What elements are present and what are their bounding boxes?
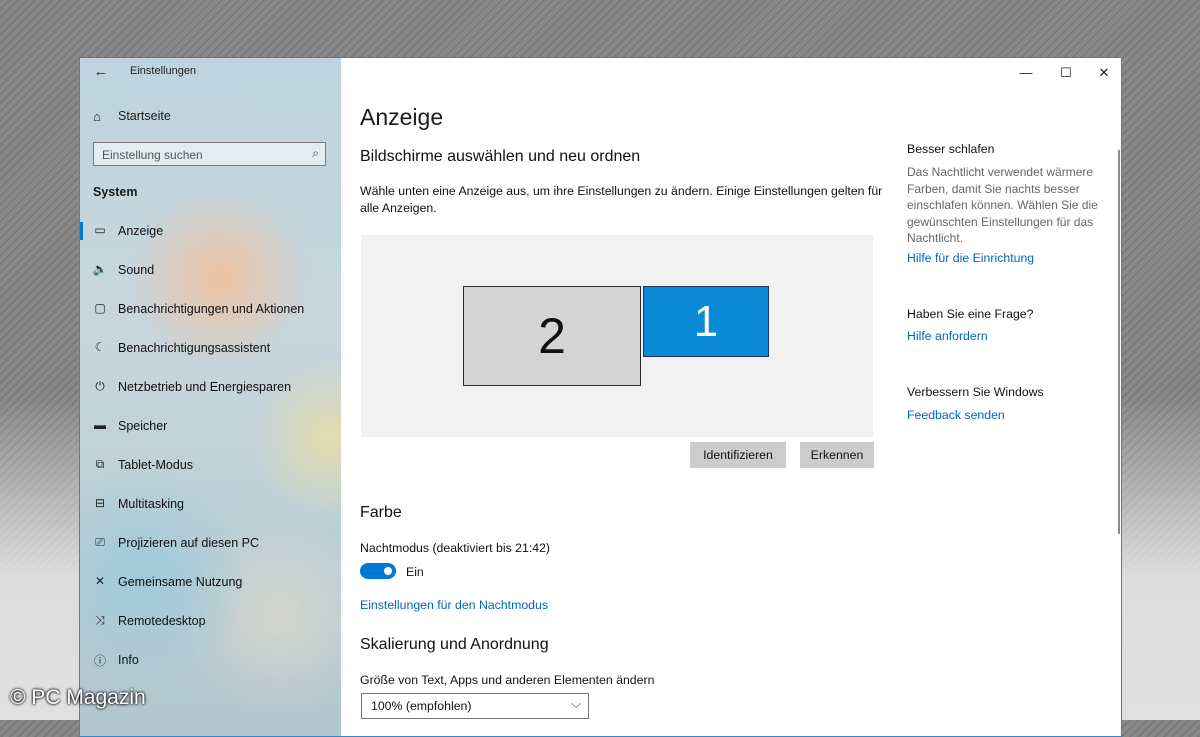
settings-window: ← Einstellungen ⌂ Startseite Einstellung…: [79, 57, 1122, 737]
sidebar-item-notifications[interactable]: ▢ Benachrichtigungen und Aktionen: [80, 296, 341, 322]
scrollbar[interactable]: [1118, 150, 1120, 534]
scaling-dropdown[interactable]: 100% (empfohlen) ⌵: [361, 693, 589, 719]
sidebar-item-label: Tablet-Modus: [118, 458, 194, 472]
sidebar-item-label: Netzbetrieb und Energiesparen: [118, 380, 292, 394]
sidebar-item-label: Gemeinsame Nutzung: [118, 575, 243, 589]
night-mode-toggle[interactable]: [360, 563, 396, 579]
scaling-value: 100% (empfohlen): [371, 699, 472, 713]
monitor-icon: ▭: [94, 223, 106, 237]
watermark: © PC Magazin: [10, 686, 146, 709]
chevron-down-icon: ⌵: [571, 696, 581, 711]
sidebar-item-about[interactable]: ⓘ Info: [80, 647, 341, 673]
section-heading-system: System: [93, 185, 138, 199]
display-arrangement-area: 2 1: [361, 235, 873, 437]
identify-button[interactable]: Identifizieren: [690, 442, 786, 468]
detect-button[interactable]: Erkennen: [800, 442, 874, 468]
toggle-knob: [384, 567, 392, 575]
speaker-icon: 🔈: [92, 262, 108, 276]
monitor-1[interactable]: 1: [643, 286, 769, 357]
power-icon: ⏻: [95, 379, 105, 393]
minimize-icon[interactable]: —: [1008, 62, 1044, 84]
question-heading: Haben Sie eine Frage?: [907, 307, 1034, 321]
close-icon[interactable]: ✕: [1086, 62, 1121, 84]
app-title: Einstellungen: [130, 65, 197, 77]
sleep-text: Das Nachtlicht verwendet wärmere Farben,…: [907, 165, 1098, 245]
sidebar-item-label: Multitasking: [118, 497, 184, 511]
sidebar-item-label: Speicher: [118, 419, 168, 433]
scaling-heading: Skalierung und Anordnung: [360, 636, 549, 653]
sidebar-item-sound[interactable]: 🔈 Sound: [80, 257, 341, 283]
titlebar-left: ← Einstellungen: [80, 58, 341, 86]
storage-icon: ▬: [94, 418, 106, 432]
monitor-2-number: 2: [538, 308, 566, 364]
sidebar-item-label: Benachrichtigungen und Aktionen: [118, 302, 305, 316]
sidebar-item-label: Sound: [118, 263, 155, 277]
sidebar-item-label: Info: [118, 653, 139, 667]
night-mode-label: Nachtmodus (deaktiviert bis 21:42): [360, 541, 551, 555]
search-placeholder: Einstellung suchen: [102, 148, 203, 162]
improve-heading: Verbessern Sie Windows: [907, 385, 1044, 399]
feedback-link[interactable]: Feedback senden: [907, 408, 1005, 422]
sidebar-item-remote-desktop[interactable]: ⤨ Remotedesktop: [80, 608, 341, 634]
sidebar-item-storage[interactable]: ▬ Speicher: [80, 413, 341, 439]
multitasking-icon: ⊟: [94, 496, 106, 510]
monitor-2[interactable]: 2: [463, 286, 641, 386]
sidebar-item-projecting[interactable]: ⎚ Projizieren auf diesen PC: [80, 530, 341, 556]
setup-help-link[interactable]: Hilfe für die Einrichtung: [907, 251, 1034, 265]
get-help-link[interactable]: Hilfe anfordern: [907, 329, 988, 343]
sleep-heading: Besser schlafen: [907, 142, 995, 156]
settings-search-input[interactable]: Einstellung suchen ⌕: [93, 142, 326, 166]
maximize-icon[interactable]: ☐: [1048, 62, 1084, 84]
sidebar-item-label: Projizieren auf diesen PC: [118, 536, 260, 550]
displays-heading: Bildschirme auswählen und neu ordnen: [360, 148, 641, 165]
monitor-1-number: 1: [693, 297, 719, 346]
search-icon[interactable]: ⌕: [312, 146, 319, 161]
sidebar-item-label: Benachrichtigungsassistent: [118, 341, 271, 355]
night-mode-settings-link[interactable]: Einstellungen für den Nachtmodus: [360, 598, 548, 612]
displays-description-line1: Wähle unten eine Anzeige aus, um ihre Ei…: [360, 184, 883, 198]
moon-icon: ☾: [94, 340, 106, 354]
home-label: Startseite: [118, 109, 171, 123]
shared-icon: ✕: [94, 574, 106, 588]
page-title: Anzeige: [360, 104, 444, 130]
sidebar-item-label: Anzeige: [118, 224, 164, 238]
main-content: — ☐ ✕ Anzeige Bildschirme auswählen und …: [341, 58, 1121, 736]
back-arrow-icon[interactable]: ←: [91, 62, 111, 82]
sidebar-item-tablet-mode[interactable]: ⧉ Tablet-Modus: [80, 452, 341, 478]
toggle-state-label: Ein: [406, 565, 424, 579]
notification-icon: ▢: [94, 301, 106, 315]
size-label: Größe von Text, Apps und anderen Element…: [360, 673, 655, 687]
home-icon: ⌂: [93, 109, 101, 124]
displays-description-line2: alle Anzeigen.: [360, 201, 437, 215]
color-heading: Farbe: [360, 504, 402, 521]
sidebar-item-power[interactable]: ⏻ Netzbetrieb und Energiesparen: [80, 374, 341, 400]
tablet-icon: ⧉: [95, 457, 105, 471]
sidebar-item-anzeige[interactable]: ▭ Anzeige: [80, 218, 341, 244]
remote-desktop-icon: ⤨: [95, 613, 105, 627]
sidebar-item-focus-assist[interactable]: ☾ Benachrichtigungsassistent: [80, 335, 341, 361]
home-nav-item[interactable]: ⌂ Startseite: [80, 106, 341, 128]
projection-icon: ⎚: [95, 535, 105, 549]
sidebar: ← Einstellungen ⌂ Startseite Einstellung…: [80, 58, 341, 736]
sidebar-item-label: Remotedesktop: [118, 614, 206, 628]
sidebar-item-multitasking[interactable]: ⊟ Multitasking: [80, 491, 341, 517]
sidebar-item-shared-experiences[interactable]: ✕ Gemeinsame Nutzung: [80, 569, 341, 595]
info-icon: ⓘ: [93, 654, 106, 668]
